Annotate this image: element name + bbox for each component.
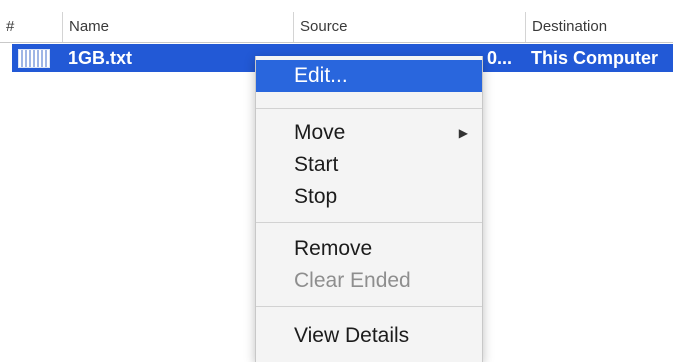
menu-separator bbox=[256, 222, 482, 223]
menu-item-move[interactable]: Move ▶ bbox=[256, 117, 482, 149]
column-header-name[interactable]: Name bbox=[62, 12, 293, 42]
menu-item-edit[interactable]: Edit... bbox=[256, 60, 482, 92]
menu-item-remove[interactable]: Remove bbox=[256, 233, 482, 265]
row-destination-cell: This Computer bbox=[531, 48, 659, 68]
menu-separator bbox=[256, 306, 482, 307]
menu-item-start[interactable]: Start bbox=[256, 149, 482, 181]
menu-separator bbox=[256, 108, 482, 109]
row-source-cell: 0... bbox=[487, 48, 513, 68]
column-header-number[interactable]: # bbox=[0, 12, 62, 42]
menu-item-stop[interactable]: Stop bbox=[256, 181, 482, 213]
menu-item-clear-ended: Clear Ended bbox=[294, 269, 411, 292]
submenu-arrow-icon: ▶ bbox=[458, 126, 468, 140]
file-transfer-icon bbox=[18, 49, 50, 68]
menu-item-move-label: Move bbox=[294, 121, 346, 144]
column-header-source[interactable]: Source bbox=[293, 12, 525, 42]
table-header: # Name Source Destination bbox=[0, 12, 673, 43]
menu-item-view-details[interactable]: View Details bbox=[256, 320, 482, 352]
context-menu: Edit... Move ▶ Start Stop Remove Clear E… bbox=[255, 56, 483, 362]
column-header-destination[interactable]: Destination bbox=[525, 12, 673, 42]
